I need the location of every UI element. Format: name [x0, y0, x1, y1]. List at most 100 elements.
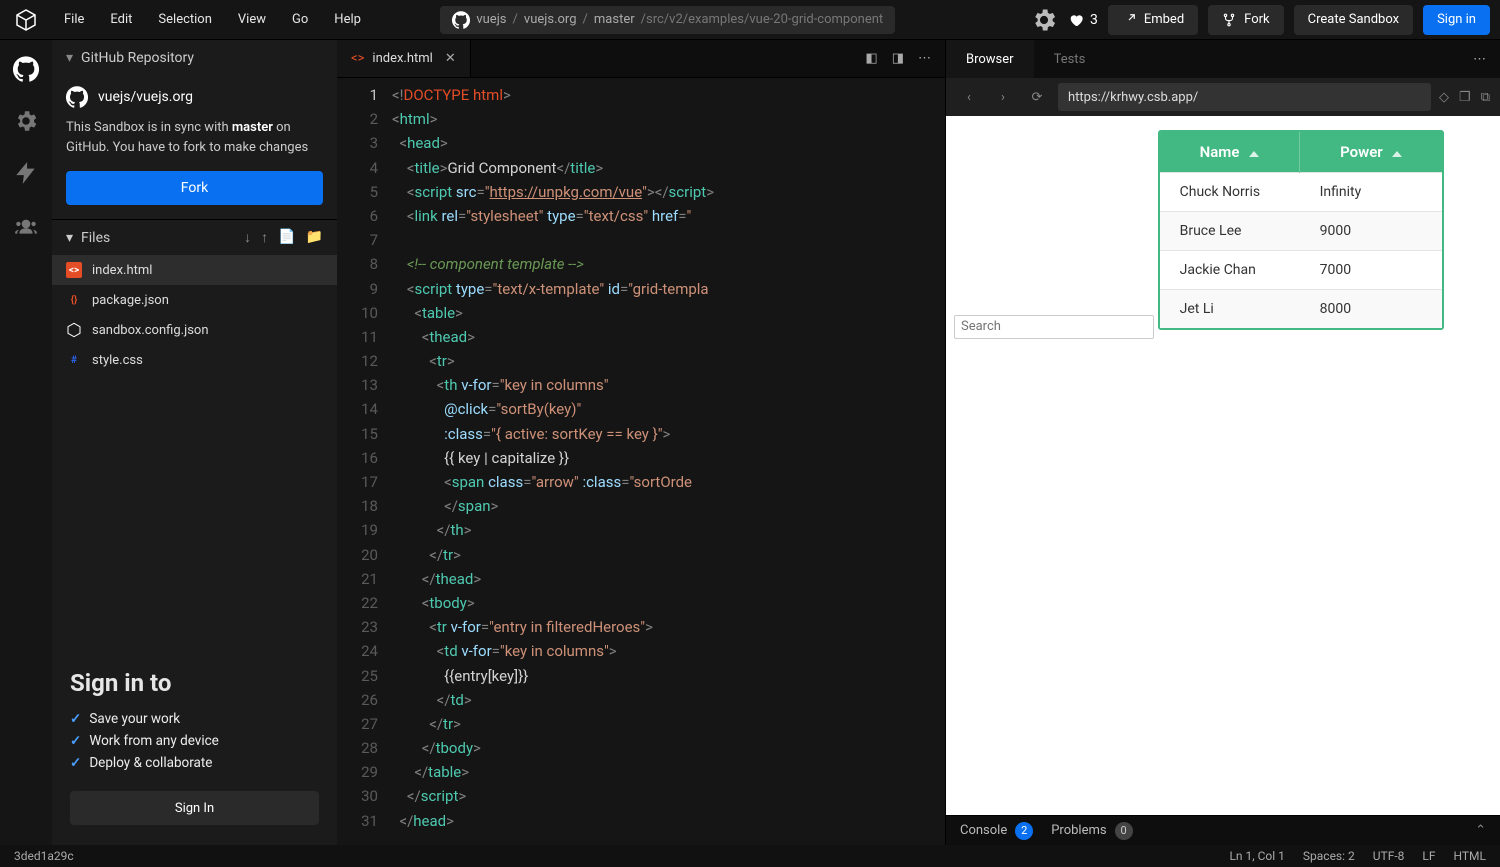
reload-icon[interactable]: ⟳ [1024, 84, 1050, 110]
code-area[interactable]: 1234567891011121314151617181920212223242… [337, 78, 945, 845]
indentation[interactable]: Spaces: 2 [1303, 849, 1355, 863]
file-row[interactable]: <> index.html [52, 255, 337, 285]
logo[interactable] [0, 8, 52, 32]
section-title: GitHub Repository [81, 50, 194, 66]
new-file-icon[interactable]: 📄 [278, 229, 295, 246]
file-row[interactable]: {}package.json [52, 285, 337, 315]
console-badge: 2 [1015, 822, 1033, 840]
preview-frame: Name Power Chuck NorrisInfinityBruce Lee… [946, 116, 1500, 815]
menu-go[interactable]: Go [280, 6, 320, 33]
file-name: index.html [92, 263, 152, 278]
chevron-up-icon[interactable]: ⌃ [1475, 823, 1486, 838]
feature-item: ✓Deploy & collaborate [70, 755, 319, 771]
eol[interactable]: LF [1422, 849, 1435, 863]
tab-browser[interactable]: Browser [946, 40, 1034, 78]
file-name: style.css [92, 353, 143, 368]
feature-item: ✓Work from any device [70, 733, 319, 749]
editor-tabs: <> index.html ✕ ◧ ◨ ⋯ [337, 40, 945, 78]
upload-icon[interactable]: ↑ [261, 229, 268, 246]
repo-name: vuejs/vuejs.org [98, 89, 193, 105]
check-icon: ✓ [70, 733, 81, 749]
commit-hash[interactable]: 3ded1a29c [14, 849, 74, 863]
external-icon[interactable]: ⧉ [1481, 90, 1490, 105]
cursor-position[interactable]: Ln 1, Col 1 [1229, 849, 1284, 863]
chevron-down-icon: ▾ [66, 50, 73, 66]
files-title: Files [81, 230, 110, 246]
console-tab[interactable]: Console 2 [960, 822, 1033, 840]
new-folder-icon[interactable]: 📁 [306, 229, 323, 246]
tab-tests[interactable]: Tests [1034, 40, 1106, 78]
menu-view[interactable]: View [226, 6, 278, 33]
menu-help[interactable]: Help [322, 6, 373, 33]
settings-icon-2[interactable] [13, 108, 39, 138]
github-icon[interactable] [13, 56, 39, 86]
cell-name: Chuck Norris [1160, 173, 1300, 212]
menu-edit[interactable]: Edit [98, 6, 144, 33]
preview-tabs: Browser Tests ⋯ [946, 40, 1500, 78]
search-input[interactable] [954, 315, 1154, 339]
crumb-path: /src/v2/examples/vue-20-grid-component [641, 12, 884, 27]
activity-bar [0, 40, 52, 845]
column-header[interactable]: Power [1300, 132, 1443, 173]
cell-power: 8000 [1300, 290, 1443, 329]
embed-button[interactable]: Embed [1108, 5, 1198, 35]
check-icon: ✓ [70, 755, 81, 771]
repo-link[interactable]: vuejs/vuejs.org [52, 76, 337, 118]
menu-file[interactable]: File [52, 6, 96, 33]
likes[interactable]: 3 [1068, 12, 1098, 28]
url-input[interactable] [1058, 83, 1431, 111]
live-icon[interactable] [13, 212, 39, 242]
files-header[interactable]: ▾ Files ↓ ↑ 📄 📁 [52, 219, 337, 255]
file-name: package.json [92, 293, 169, 308]
cell-name: Bruce Lee [1160, 212, 1300, 251]
nav-forward-icon[interactable]: › [990, 84, 1016, 110]
cell-power: Infinity [1300, 173, 1443, 212]
settings-icon[interactable] [1030, 6, 1058, 34]
more-icon[interactable]: ⋯ [918, 51, 931, 66]
new-window-icon[interactable]: ◇ [1439, 90, 1449, 105]
html-file-icon: <> [66, 262, 82, 278]
more-icon[interactable]: ⋯ [1473, 52, 1486, 67]
cell-name: Jet Li [1160, 290, 1300, 329]
file-row[interactable]: #style.css [52, 345, 337, 375]
check-icon: ✓ [70, 711, 81, 727]
copy-icon[interactable]: ❐ [1459, 90, 1471, 105]
fork-button[interactable]: Fork [1208, 5, 1283, 35]
create-sandbox-button[interactable]: Create Sandbox [1294, 5, 1413, 35]
side-panel: ▾ GitHub Repository vuejs/vuejs.org This… [52, 40, 337, 845]
tab-index-html[interactable]: <> index.html ✕ [337, 40, 471, 77]
signin-box-button[interactable]: Sign In [70, 791, 319, 825]
status-bar: 3ded1a29c Ln 1, Col 1 Spaces: 2 UTF-8 LF… [0, 845, 1500, 867]
breadcrumb[interactable]: vuejs/ vuejs.org/ master /src/v2/example… [440, 6, 895, 34]
cfg-file-icon [66, 322, 82, 338]
data-grid: Name Power Chuck NorrisInfinityBruce Lee… [1158, 130, 1445, 330]
preview-panel: Browser Tests ⋯ ‹ › ⟳ ◇ ❐ ⧉ Name Power C… [945, 40, 1500, 845]
column-header[interactable]: Name [1160, 132, 1300, 173]
feature-item: ✓Save your work [70, 711, 319, 727]
problems-tab[interactable]: Problems 0 [1051, 822, 1132, 840]
console-bar: Console 2 Problems 0 ⌃ [946, 815, 1500, 845]
signin-button[interactable]: Sign in [1423, 5, 1490, 35]
download-icon[interactable]: ↓ [244, 229, 251, 246]
deploy-icon[interactable] [13, 160, 39, 190]
section-header-github[interactable]: ▾ GitHub Repository [52, 40, 337, 76]
sort-arrow-icon [1249, 151, 1259, 157]
problems-badge: 0 [1115, 822, 1133, 840]
menu-selection[interactable]: Selection [146, 6, 223, 33]
language-mode[interactable]: HTML [1454, 849, 1487, 863]
editor: <> index.html ✕ ◧ ◨ ⋯ 123456789101112131… [337, 40, 945, 845]
nav-back-icon[interactable]: ‹ [956, 84, 982, 110]
signin-title: Sign in to [70, 669, 319, 697]
address-bar: ‹ › ⟳ ◇ ❐ ⧉ [946, 78, 1500, 116]
crumb-branch: master [594, 12, 635, 27]
encoding[interactable]: UTF-8 [1373, 849, 1405, 863]
crumb-repo: vuejs.org [524, 12, 577, 27]
split-left-icon[interactable]: ◧ [865, 51, 877, 66]
html-file-icon: <> [351, 51, 364, 66]
split-right-icon[interactable]: ◨ [892, 51, 904, 66]
close-icon[interactable]: ✕ [445, 51, 456, 66]
side-fork-button[interactable]: Fork [66, 171, 323, 205]
file-row[interactable]: sandbox.config.json [52, 315, 337, 345]
table-row: Chuck NorrisInfinity [1160, 173, 1443, 212]
fork-label: Fork [1244, 12, 1269, 27]
